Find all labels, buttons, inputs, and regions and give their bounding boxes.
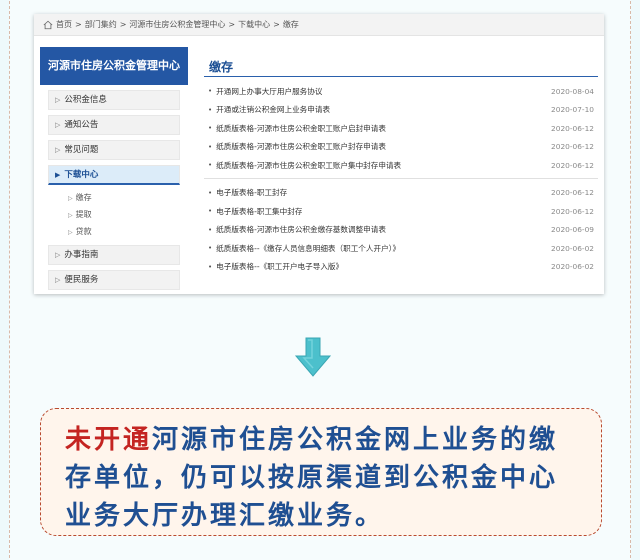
breadcrumb-sep: > (228, 19, 236, 29)
list-item-title[interactable]: 电子版表格-职工封存 (216, 187, 287, 198)
subitem-label: 提取 (75, 210, 92, 219)
list-item-date: 2020-06-12 (551, 123, 594, 133)
list-item-date: 2020-06-12 (551, 142, 594, 152)
list-item-title[interactable]: 开通网上办事大厅用户服务协议 (216, 86, 322, 97)
breadcrumb: 首页 > 部门集约 > 河源市住房公积金管理中心 > 下载中心 > 缴存 (34, 14, 604, 36)
sidebar-sublist: ▷ 缴存 ▷ 提取 ▷ 贷款 (48, 189, 180, 240)
notice-highlight: 未开通 (65, 425, 153, 455)
sidebar-item-guide[interactable]: ▷ 办事指南 (48, 245, 180, 265)
list-item[interactable]: • 电子版表格-职工集中封存 2020-06-12 (204, 202, 598, 221)
subitem-label: 贷款 (75, 227, 92, 236)
list-item[interactable]: • 开通网上办事大厅用户服务协议 2020-08-04 (204, 82, 598, 101)
home-icon[interactable] (43, 20, 53, 30)
breadcrumb-sep: > (75, 19, 82, 29)
list-item-date: 2020-07-10 (551, 105, 594, 115)
list-item-date: 2020-08-04 (551, 86, 594, 96)
triangle-right-icon: ▶ (55, 170, 61, 179)
sidebar-item-services[interactable]: ▷ 便民服务 (48, 270, 180, 290)
sidebar-item-notice[interactable]: ▷ 通知公告 (48, 115, 180, 135)
triangle-right-icon: ▷ (68, 229, 73, 236)
list-item-title[interactable]: 电子版表格-职工集中封存 (216, 206, 302, 217)
sidebar-item-label: 常见问题 (64, 145, 99, 155)
bullet-icon: • (208, 142, 213, 151)
bullet-icon: • (208, 207, 213, 216)
sidebar-subitem-withdraw[interactable]: ▷ 提取 (68, 206, 180, 223)
content-area: 缴存 • 开通网上办事大厅用户服务协议 2020-08-04 • 开通或注销公积金网… (204, 47, 598, 276)
breadcrumb-item-download[interactable]: 下载中心 (238, 14, 270, 36)
list-item-title[interactable]: 纸质版表格-河源市住房公积金缴存基数调整申请表 (216, 224, 386, 235)
list-item-date: 2020-06-02 (551, 262, 594, 272)
notice-box: 未开通河源市住房公积金网上业务的缴存单位，仍可以按原渠道到公积金中心业务大厅办理… (40, 408, 602, 536)
list-item-date: 2020-06-09 (551, 225, 594, 235)
triangle-right-icon: ▷ (55, 276, 61, 284)
breadcrumb-sep: > (119, 19, 127, 29)
list-item[interactable]: • 电子版表格-职工封存 2020-06-12 (204, 184, 598, 203)
bullet-icon: • (208, 124, 213, 133)
bullet-icon: • (208, 87, 213, 96)
bullet-icon: • (208, 225, 213, 234)
sidebar-item-label: 办事指南 (64, 250, 99, 260)
document-list: • 开通网上办事大厅用户服务协议 2020-08-04 • 开通或注销公积金网上业务… (204, 82, 598, 276)
sidebar-item-faq[interactable]: ▷ 常见问题 (48, 140, 180, 160)
list-item-title[interactable]: 纸质版表格-河源市住房公积金职工账户封存申请表 (216, 141, 386, 152)
sidebar-item-label: 便民服务 (64, 275, 99, 285)
breadcrumb-item-center[interactable]: 河源市住房公积金管理中心 (129, 14, 225, 36)
breadcrumb-item-current: 缴存 (282, 19, 299, 29)
breadcrumb-item-home[interactable]: 首页 (56, 14, 72, 36)
triangle-right-icon: ▷ (68, 195, 73, 202)
sidebar-item-download[interactable]: ▶ 下载中心 (48, 165, 180, 185)
bullet-icon: • (208, 262, 213, 271)
list-item-title[interactable]: 纸质版表格-河源市住房公积金职工账户启封申请表 (216, 123, 386, 134)
triangle-right-icon: ▷ (55, 251, 61, 259)
notice-text: 未开通河源市住房公积金网上业务的缴存单位，仍可以按原渠道到公积金中心业务大厅办理… (65, 421, 579, 535)
list-divider (204, 177, 598, 179)
sidebar-subitem-loan[interactable]: ▷ 贷款 (68, 223, 180, 240)
list-item[interactable]: • 电子版表格--《职工开户电子导入版》 2020-06-02 (204, 258, 598, 277)
list-item-date: 2020-06-12 (551, 188, 594, 198)
triangle-right-icon: ▷ (55, 146, 61, 154)
list-item-title[interactable]: 纸质版表格-河源市住房公积金职工账户集中封存申请表 (216, 160, 401, 171)
sidebar-subitem-deposit[interactable]: ▷ 缴存 (68, 189, 180, 206)
list-item-date: 2020-06-02 (551, 243, 594, 253)
list-item-title[interactable]: 开通或注销公积金网上业务申请表 (216, 104, 330, 115)
list-item-title[interactable]: 纸质版表格--《缴存人员信息明细表（职工个人开户）》 (216, 243, 400, 254)
list-item-date: 2020-06-12 (551, 160, 594, 170)
list-item[interactable]: • 纸质版表格-河源市住房公积金职工账户集中封存申请表 2020-06-12 (204, 156, 598, 175)
bullet-icon: • (208, 105, 213, 114)
list-item-date: 2020-06-12 (551, 206, 594, 216)
arrow-down-icon (292, 334, 334, 380)
sidebar-item-label: 下载中心 (64, 169, 99, 180)
content-title: 缴存 (204, 47, 598, 77)
triangle-right-icon: ▷ (55, 96, 61, 104)
sidebar-item-info[interactable]: ▷ 公积金信息 (48, 90, 180, 110)
list-item[interactable]: • 纸质版表格-河源市住房公积金职工账户启封申请表 2020-06-12 (204, 119, 598, 138)
list-item-title[interactable]: 电子版表格--《职工开户电子导入版》 (216, 261, 343, 272)
breadcrumb-item-dept[interactable]: 部门集约 (85, 14, 117, 36)
bullet-icon: • (208, 161, 213, 170)
list-item[interactable]: • 纸质版表格-河源市住房公积金缴存基数调整申请表 2020-06-09 (204, 221, 598, 240)
triangle-right-icon: ▷ (68, 212, 73, 219)
breadcrumb-sep: > (273, 19, 280, 29)
website-screenshot: 首页 > 部门集约 > 河源市住房公积金管理中心 > 下载中心 > 缴存 河源市… (34, 14, 604, 294)
triangle-right-icon: ▷ (55, 121, 61, 129)
bullet-icon: • (208, 188, 213, 197)
sidebar-item-label: 公积金信息 (64, 95, 107, 105)
sidebar-item-label: 通知公告 (64, 120, 99, 130)
list-item[interactable]: • 纸质版表格--《缴存人员信息明细表（职工个人开户）》 2020-06-02 (204, 239, 598, 258)
sidebar: 河源市住房公积金管理中心 ▷ 公积金信息 ▷ 通知公告 ▷ 常见问题 ▶ 下载中… (40, 47, 188, 290)
list-item[interactable]: • 开通或注销公积金网上业务申请表 2020-07-10 (204, 101, 598, 120)
bullet-icon: • (208, 244, 213, 253)
list-item[interactable]: • 纸质版表格-河源市住房公积金职工账户封存申请表 2020-06-12 (204, 138, 598, 157)
sidebar-title: 河源市住房公积金管理中心 (40, 47, 188, 85)
subitem-label: 缴存 (75, 193, 92, 202)
